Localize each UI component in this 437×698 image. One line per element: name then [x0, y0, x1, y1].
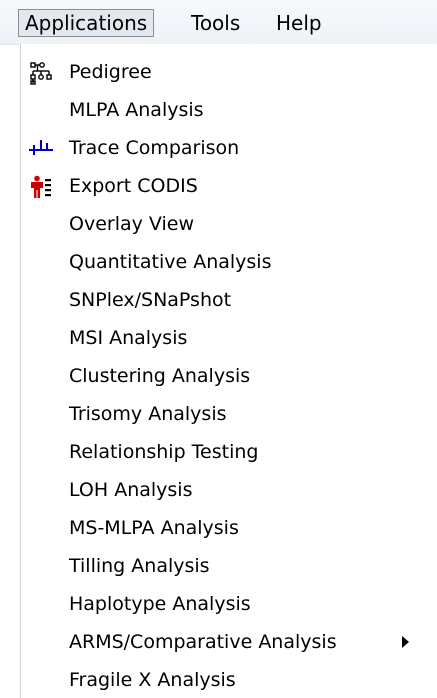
menu-item-label: Fragile X Analysis [69, 669, 236, 691]
submenu-arrow-icon [402, 636, 409, 648]
menubar-tools[interactable]: Tools [185, 9, 246, 37]
menu-item-overlay-view[interactable]: Overlay View [21, 206, 431, 242]
menu-item-haplotype-analysis[interactable]: Haplotype Analysis [21, 586, 431, 622]
menu-item-label: Export CODIS [69, 175, 198, 197]
menu-item-label: MS-MLPA Analysis [69, 517, 239, 539]
menu-item-clustering-analysis[interactable]: Clustering Analysis [21, 358, 431, 394]
menu-item-pedigree[interactable]: Pedigree [21, 54, 431, 90]
menu-item-loh-analysis[interactable]: LOH Analysis [21, 472, 431, 508]
menu-item-label: SNPlex/SNaPshot [69, 289, 232, 311]
menubar-applications[interactable]: Applications [18, 9, 155, 37]
menu-item-label: Haplotype Analysis [69, 593, 251, 615]
export-codis-icon [31, 175, 51, 198]
applications-dropdown-menu: Pedigree MLPA Analysis Trace Comparison [20, 44, 437, 698]
menu-item-quantitative-analysis[interactable]: Quantitative Analysis [21, 244, 431, 280]
menu-item-mlpa-analysis[interactable]: MLPA Analysis [21, 92, 431, 128]
menu-item-label: LOH Analysis [69, 479, 193, 501]
menu-item-arms-comparative-analysis[interactable]: ARMS/Comparative Analysis [21, 624, 431, 660]
menu-item-label: Overlay View [69, 213, 194, 235]
menu-item-label: Pedigree [69, 61, 152, 83]
menu-bar: Applications Tools Help [0, 0, 437, 45]
menu-item-tilling-analysis[interactable]: Tilling Analysis [21, 548, 431, 584]
menu-item-label: Relationship Testing [69, 441, 259, 463]
menu-item-fragile-x-analysis[interactable]: Fragile X Analysis [21, 662, 431, 698]
menu-item-ms-mlpa-analysis[interactable]: MS-MLPA Analysis [21, 510, 431, 546]
menu-item-label: ARMS/Comparative Analysis [69, 631, 337, 653]
menu-item-trace-comparison[interactable]: Trace Comparison [21, 130, 431, 166]
pedigree-icon [30, 62, 52, 85]
trace-comparison-icon [29, 140, 53, 155]
menu-item-msi-analysis[interactable]: MSI Analysis [21, 320, 431, 356]
menu-item-label: Clustering Analysis [69, 365, 251, 387]
menu-item-label: Quantitative Analysis [69, 251, 272, 273]
menu-item-snplex-snapshot[interactable]: SNPlex/SNaPshot [21, 282, 431, 318]
menu-item-relationship-testing[interactable]: Relationship Testing [21, 434, 431, 470]
menu-item-label: MLPA Analysis [69, 99, 204, 121]
app-window: Applications Tools Help Pedigree MLPA An… [0, 0, 437, 698]
menu-item-label: Trisomy Analysis [69, 403, 227, 425]
menu-item-label: MSI Analysis [69, 327, 188, 349]
menu-item-export-codis[interactable]: Export CODIS [21, 168, 431, 204]
menu-item-label: Trace Comparison [69, 137, 240, 159]
menu-item-label: Tilling Analysis [69, 555, 210, 577]
menu-item-trisomy-analysis[interactable]: Trisomy Analysis [21, 396, 431, 432]
menubar-help[interactable]: Help [270, 9, 328, 37]
